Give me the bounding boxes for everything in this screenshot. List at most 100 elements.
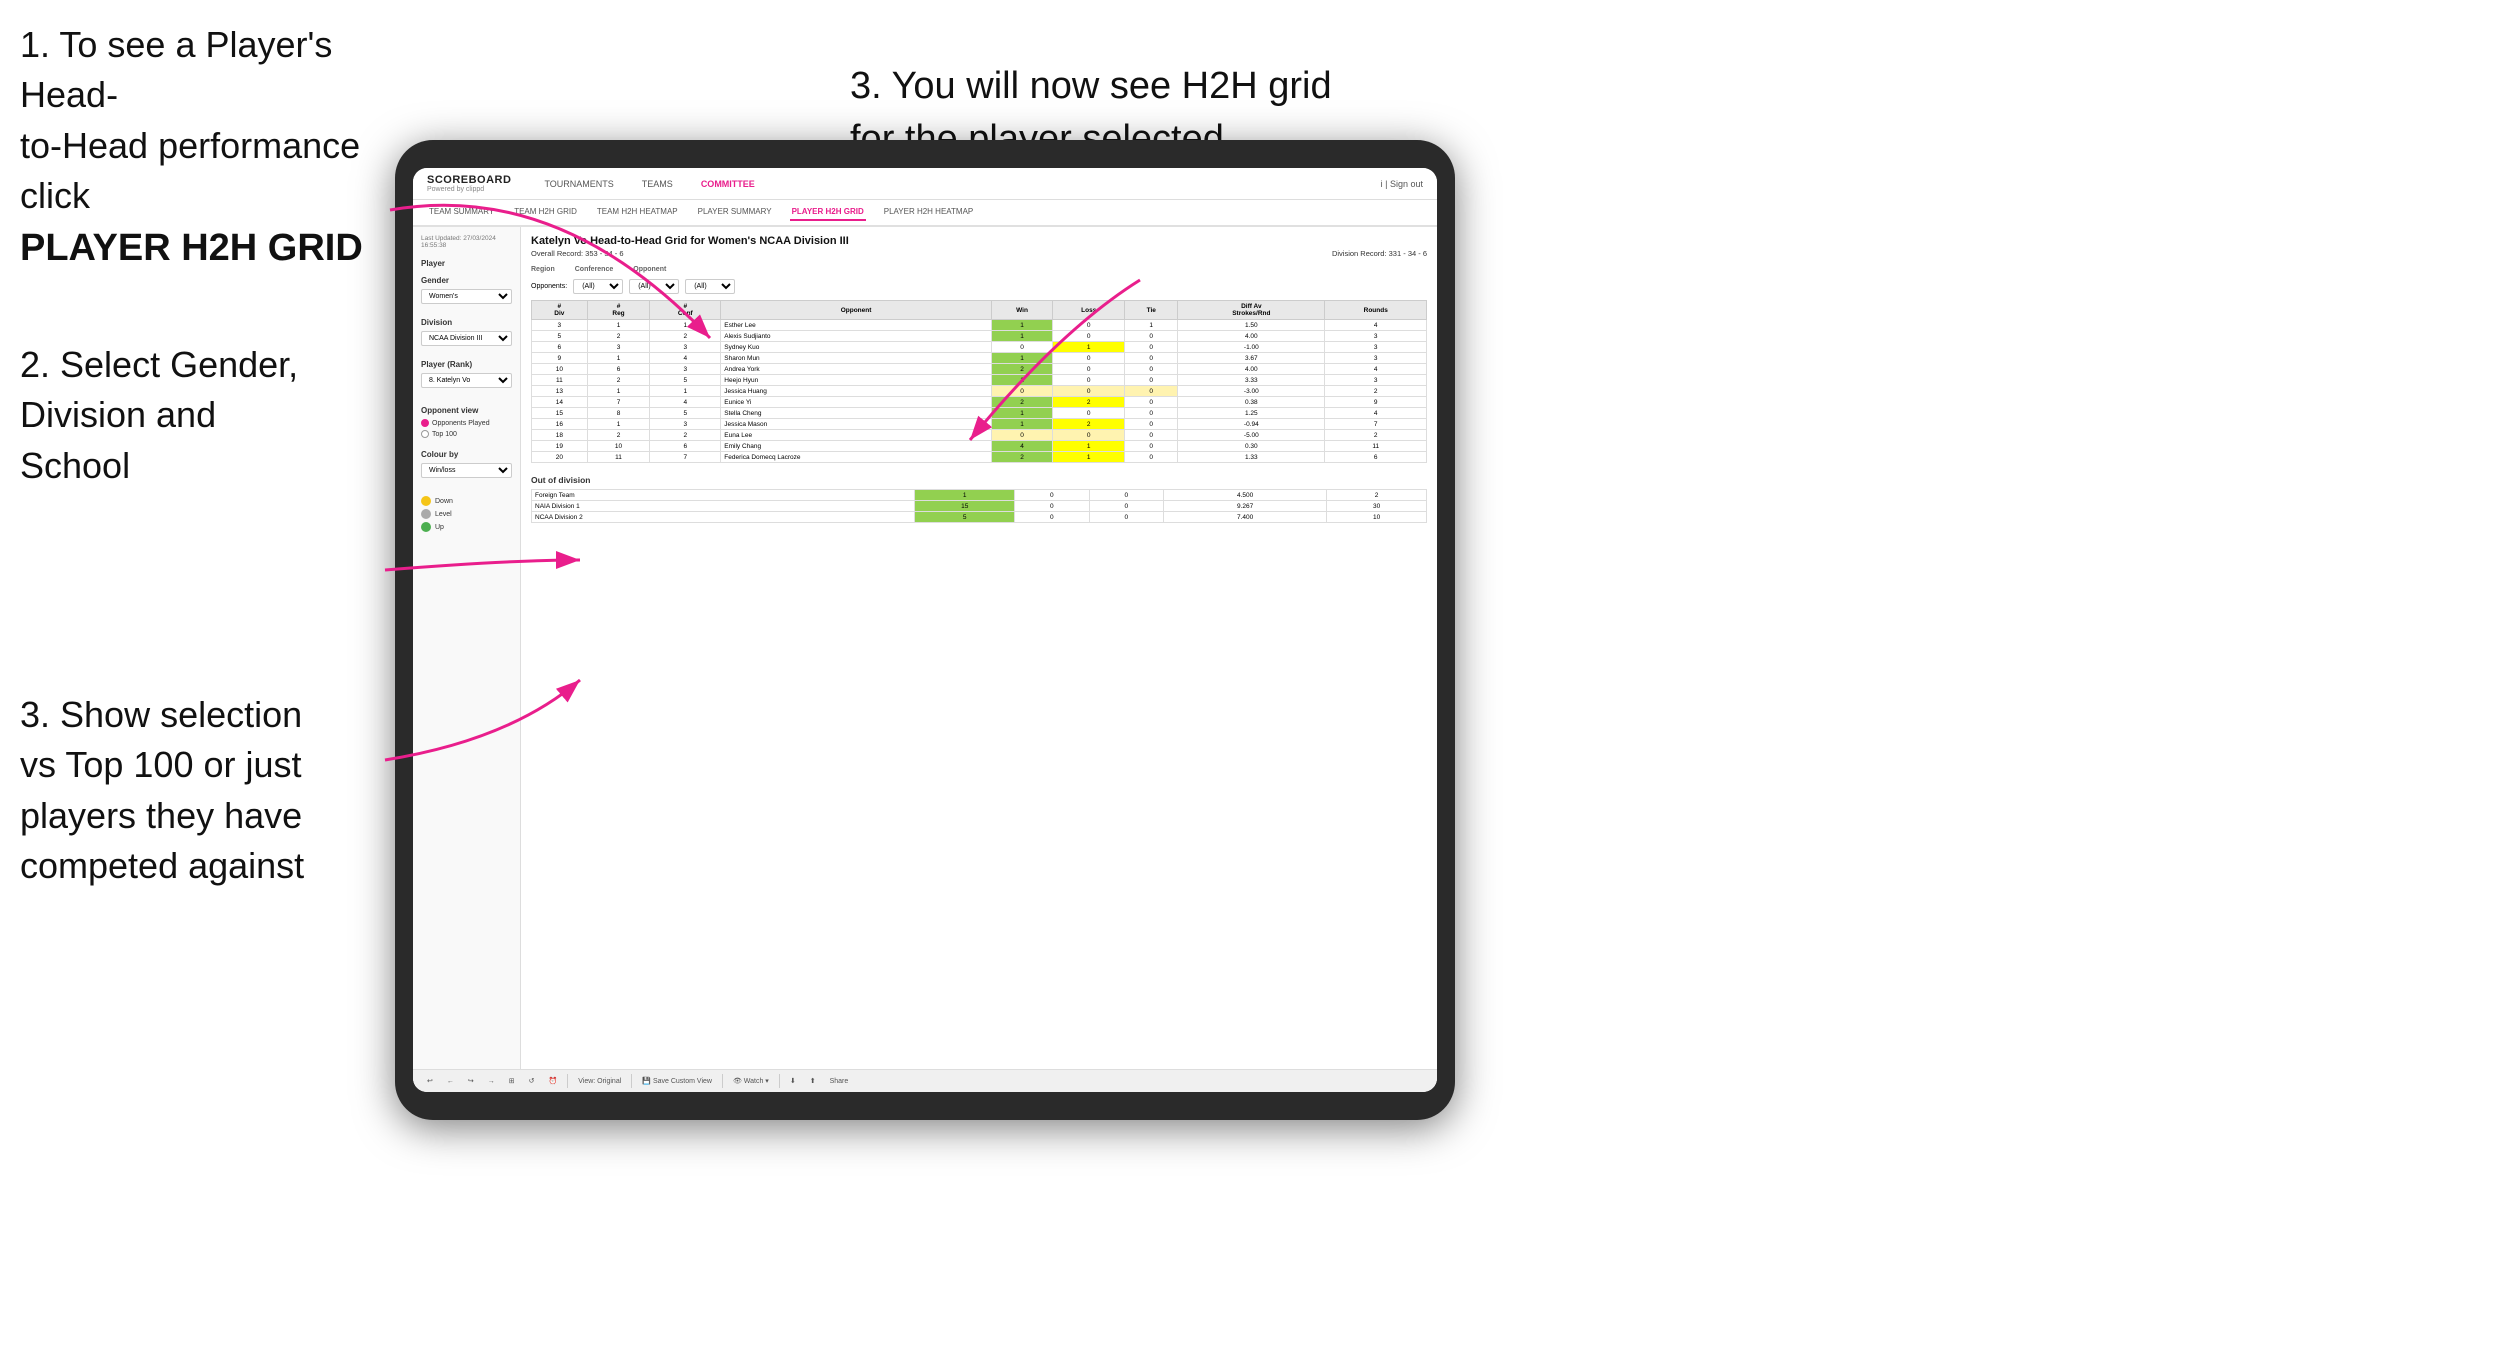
tablet-screen: SCOREBOARD Powered by clippd TOURNAMENTS…: [413, 168, 1437, 1092]
instr3-bottom-line4: competed against: [20, 845, 304, 886]
table-cell: 6: [1325, 452, 1427, 463]
toolbar-refresh[interactable]: ↺: [525, 1075, 539, 1087]
legend-dot-level: [421, 509, 431, 519]
radio-label-2: Top 100: [432, 431, 457, 438]
table-cell: 10: [587, 441, 650, 452]
table-cell: 5: [532, 331, 588, 342]
right-panel: Katelyn Vo Head-to-Head Grid for Women's…: [521, 227, 1437, 1092]
opponent-filter: Opponent: [633, 266, 666, 273]
toolbar-divider-3: [722, 1074, 723, 1088]
ood-table-row: NAIA Division 115009.26730: [532, 501, 1427, 512]
nav-committee[interactable]: COMMITTEE: [696, 176, 760, 192]
table-cell: Jessica Huang: [721, 386, 992, 397]
toolbar-forward[interactable]: →: [484, 1076, 499, 1087]
sub-nav-team-h2h-grid[interactable]: TEAM H2H GRID: [512, 204, 579, 221]
table-row: 19106Emily Chang4100.3011: [532, 441, 1427, 452]
ood-cell: 30: [1327, 501, 1427, 512]
sub-nav-player-h2h-heatmap[interactable]: PLAYER H2H HEATMAP: [882, 204, 976, 221]
sub-nav-team-h2h-heatmap[interactable]: TEAM H2H HEATMAP: [595, 204, 680, 221]
table-row: 1585Stella Cheng1001.254: [532, 408, 1427, 419]
table-cell: 0: [1125, 353, 1178, 364]
table-cell: 7: [1325, 419, 1427, 430]
table-cell: 3.67: [1178, 353, 1325, 364]
conference-select[interactable]: (All): [629, 279, 679, 294]
sub-nav-team-summary[interactable]: TEAM SUMMARY: [427, 204, 496, 221]
table-row: 1822Euna Lee000-5.002: [532, 430, 1427, 441]
toolbar-grid[interactable]: ⊞: [505, 1075, 519, 1087]
toolbar-undo[interactable]: ↩: [423, 1075, 437, 1087]
table-cell: 2: [991, 397, 1052, 408]
table-cell: 4.00: [1178, 331, 1325, 342]
table-cell: 2: [1325, 430, 1427, 441]
table-row: 1474Eunice Yi2200.389: [532, 397, 1427, 408]
table-cell: 5: [650, 408, 721, 419]
toolbar-share[interactable]: Share: [826, 1076, 853, 1087]
toolbar-save-custom[interactable]: 💾 Save Custom View: [638, 1075, 716, 1087]
table-cell: 2: [991, 364, 1052, 375]
th-opponent: Opponent: [721, 301, 992, 320]
toolbar-redo[interactable]: ↪: [464, 1075, 478, 1087]
table-row: 1311Jessica Huang000-3.002: [532, 386, 1427, 397]
table-cell: 1: [650, 320, 721, 331]
toolbar-clock[interactable]: ⏰: [545, 1075, 562, 1087]
region-select[interactable]: (All): [573, 279, 623, 294]
logo: SCOREBOARD Powered by clippd: [427, 174, 511, 193]
table-cell: Emily Chang: [721, 441, 992, 452]
sub-nav-player-h2h-grid[interactable]: PLAYER H2H GRID: [790, 204, 866, 221]
nav-tournaments[interactable]: TOURNAMENTS: [539, 176, 618, 192]
table-cell: Euna Lee: [721, 430, 992, 441]
radio-opponents-played[interactable]: Opponents Played: [421, 419, 512, 427]
table-cell: 3: [1325, 331, 1427, 342]
colour-label: Colour by: [421, 450, 512, 459]
opponent-select[interactable]: (All): [685, 279, 735, 294]
ood-cell: NAIA Division 1: [532, 501, 915, 512]
toolbar-view-original[interactable]: View: Original: [574, 1076, 625, 1087]
conference-filter: Conference: [575, 266, 614, 273]
gender-label: Gender: [421, 276, 512, 285]
nav-teams[interactable]: TEAMS: [637, 176, 678, 192]
nav-sign-out[interactable]: i | Sign out: [1381, 179, 1423, 189]
instr3-bottom-line1: 3. Show selection: [20, 694, 302, 735]
table-cell: 3: [650, 342, 721, 353]
toolbar-down[interactable]: ⬇: [786, 1075, 800, 1087]
gender-select[interactable]: Women's: [421, 289, 512, 304]
table-cell: 0: [991, 430, 1052, 441]
table-cell: 15: [532, 408, 588, 419]
table-cell: 11: [587, 452, 650, 463]
table-cell: 3: [1325, 342, 1427, 353]
table-cell: 0: [991, 342, 1052, 353]
table-cell: 1: [991, 408, 1052, 419]
table-cell: 1: [587, 386, 650, 397]
instr2-line1: 2. Select Gender,: [20, 344, 298, 385]
sub-nav-player-summary[interactable]: PLAYER SUMMARY: [696, 204, 774, 221]
table-cell: 0: [1125, 397, 1178, 408]
table-cell: 0: [1053, 386, 1125, 397]
player-rank-select[interactable]: 8. Katelyn Vo: [421, 373, 512, 388]
sub-nav: TEAM SUMMARY TEAM H2H GRID TEAM H2H HEAT…: [413, 200, 1437, 227]
table-cell: 0: [1125, 364, 1178, 375]
radio-top100[interactable]: Top 100: [421, 430, 512, 438]
colour-select[interactable]: Win/loss: [421, 463, 512, 478]
division-select[interactable]: NCAA Division III: [421, 331, 512, 346]
toolbar-watch[interactable]: 👁 Watch ▾: [729, 1075, 773, 1087]
table-cell: 3: [650, 364, 721, 375]
table-cell: Esther Lee: [721, 320, 992, 331]
table-cell: 0: [1125, 452, 1178, 463]
overall-record: Overall Record: 353 - 34 - 6: [531, 249, 624, 258]
table-cell: 2: [650, 430, 721, 441]
toolbar-back[interactable]: ←: [443, 1076, 458, 1087]
table-cell: 3: [650, 419, 721, 430]
table-cell: 2: [587, 430, 650, 441]
th-diff: Diff AvStrokes/Rnd: [1178, 301, 1325, 320]
table-cell: 1.50: [1178, 320, 1325, 331]
ood-cell: 2: [1327, 490, 1427, 501]
table-cell: 4: [650, 353, 721, 364]
table-cell: 19: [532, 441, 588, 452]
th-win: Win: [991, 301, 1052, 320]
table-cell: 0: [1125, 430, 1178, 441]
ood-table-row: NCAA Division 25007.40010: [532, 512, 1427, 523]
table-cell: 3: [1325, 353, 1427, 364]
table-cell: 7: [587, 397, 650, 408]
toolbar-up[interactable]: ⬆: [806, 1075, 820, 1087]
table-cell: 4.00: [1178, 364, 1325, 375]
